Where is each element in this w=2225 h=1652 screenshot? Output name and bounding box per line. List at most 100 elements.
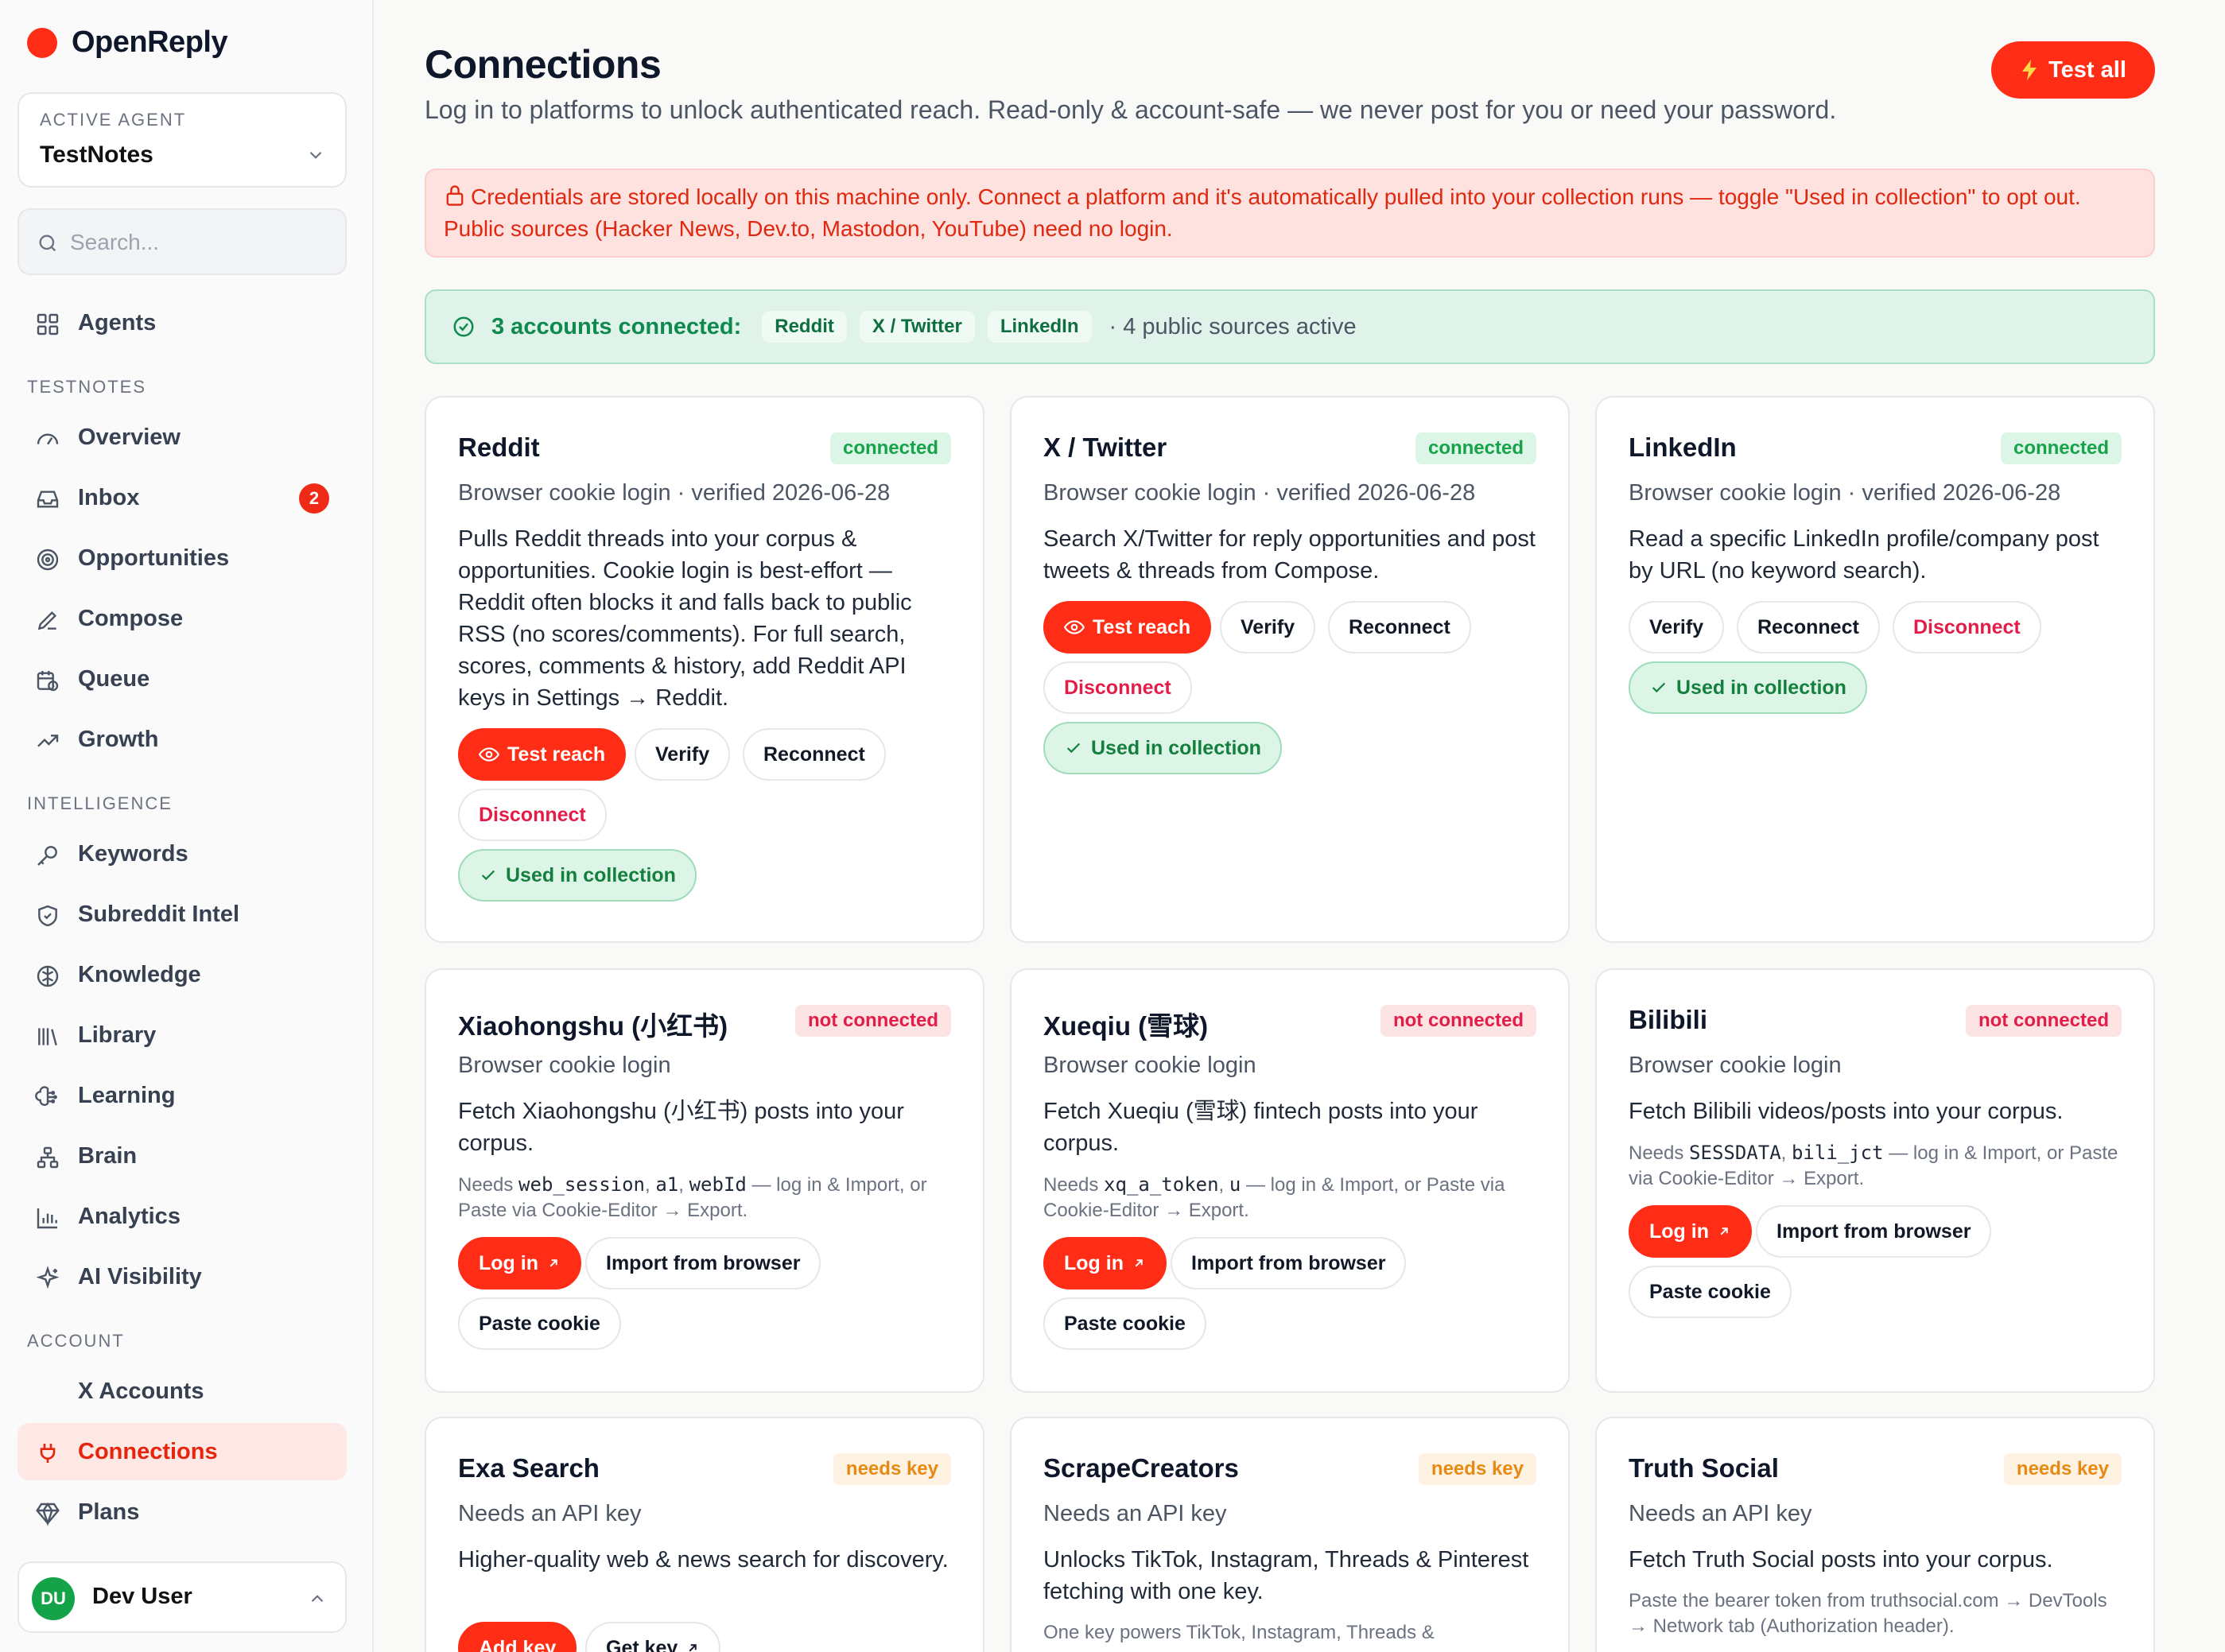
- network-icon: [37, 1146, 59, 1169]
- sidebar-item-label: Brain: [78, 1143, 138, 1169]
- active-agent-label: ACTIVE AGENT: [40, 110, 187, 130]
- card-description: Fetch Xueqiu (雪球) fintech posts into you…: [1043, 1099, 1478, 1156]
- section-label-intelligence: INTELLIGENCE: [27, 793, 173, 813]
- status-badge: not connected: [794, 1005, 951, 1037]
- sidebar-item-connections[interactable]: Connections: [17, 1423, 347, 1480]
- eye-icon: [1064, 620, 1085, 634]
- used-in-collection-toggle[interactable]: Used in collection: [458, 849, 697, 902]
- note-text: ,: [1218, 1174, 1229, 1196]
- import-from-browser-button[interactable]: Import from browser: [1756, 1205, 1992, 1258]
- brand[interactable]: OpenReply: [27, 25, 228, 60]
- reconnect-button[interactable]: Reconnect: [743, 728, 886, 781]
- sidebar-item-learning[interactable]: Learning: [17, 1067, 347, 1124]
- card-description: Fetch Truth Social posts into your corpu…: [1629, 1547, 2053, 1573]
- sidebar-item-queue[interactable]: Queue: [17, 650, 347, 708]
- paste-cookie-button[interactable]: Paste cookie: [458, 1297, 621, 1350]
- import-from-browser-button[interactable]: Import from browser: [585, 1237, 821, 1289]
- button-label: Used in collection: [1091, 736, 1261, 759]
- sidebar-item-label: Agents: [78, 310, 157, 335]
- active-agent-name: TestNotes: [40, 142, 153, 168]
- card-meta: Browser cookie login: [458, 1053, 671, 1078]
- disconnect-button[interactable]: Disconnect: [458, 789, 607, 841]
- card-truth-social: Truth Social needs key Needs an API key …: [1595, 1417, 2155, 1652]
- search-field[interactable]: [17, 208, 347, 275]
- check-icon: [1652, 682, 1666, 693]
- brain-circuit-icon: [35, 1086, 57, 1106]
- sidebar-item-label: Plans: [78, 1499, 140, 1525]
- active-agent-selector[interactable]: ACTIVE AGENT TestNotes: [17, 92, 347, 188]
- card-scrapecreators: ScrapeCreators needs key Needs an API ke…: [1010, 1417, 1570, 1652]
- check-icon: [1066, 743, 1081, 754]
- sidebar-item-keywords[interactable]: Keywords: [17, 825, 347, 882]
- inbox-count-badge: 2: [299, 483, 329, 514]
- log-in-button[interactable]: Log in: [1629, 1205, 1752, 1258]
- sidebar-item-ai-visibility[interactable]: AI Visibility: [17, 1248, 347, 1305]
- paste-cookie-button[interactable]: Paste cookie: [1629, 1266, 1792, 1318]
- reconnect-button[interactable]: Reconnect: [1328, 601, 1471, 653]
- verify-button[interactable]: Verify: [1629, 601, 1725, 653]
- button-label: Reconnect: [763, 743, 865, 766]
- sidebar-item-x-accounts[interactable]: X Accounts: [17, 1363, 347, 1420]
- disconnect-button[interactable]: Disconnect: [1893, 601, 2041, 653]
- sidebar-item-opportunities[interactable]: Opportunities: [17, 529, 347, 587]
- external-link-icon: [549, 1259, 557, 1267]
- disconnect-button[interactable]: Disconnect: [1043, 661, 1192, 714]
- add-key-button[interactable]: Add key: [458, 1622, 577, 1652]
- verify-button[interactable]: Verify: [635, 728, 731, 781]
- sidebar: OpenReply ACTIVE AGENT TestNotes Agents …: [0, 0, 374, 1652]
- button-label: Disconnect: [1064, 676, 1171, 699]
- button-label: Add key: [479, 1636, 557, 1652]
- brain-icon: [37, 965, 59, 987]
- card-note: Needs SESSDATA, bili_jct — log in & Impo…: [1629, 1140, 2130, 1192]
- test-reach-button[interactable]: Test reach: [458, 728, 627, 781]
- card-description: Search X/Twitter for reply opportunities…: [1043, 526, 1536, 584]
- verify-button[interactable]: Verify: [1220, 601, 1316, 653]
- note-text: Needs: [458, 1174, 519, 1196]
- card-title: Truth Social: [1629, 1453, 1779, 1483]
- sidebar-item-brain[interactable]: Brain: [17, 1127, 347, 1185]
- reconnect-button[interactable]: Reconnect: [1737, 601, 1880, 653]
- paste-cookie-button[interactable]: Paste cookie: [1043, 1297, 1206, 1350]
- sidebar-item-overview[interactable]: Overview: [17, 409, 347, 466]
- note-text: ,: [678, 1174, 689, 1196]
- sidebar-item-label: Learning: [78, 1083, 176, 1108]
- sidebar-item-inbox[interactable]: Inbox 2: [17, 469, 347, 526]
- sidebar-item-label: X Accounts: [78, 1379, 204, 1404]
- get-key-button[interactable]: Get key: [585, 1622, 721, 1652]
- sidebar-item-compose[interactable]: Compose: [17, 590, 347, 647]
- user-menu[interactable]: DU Dev User: [17, 1561, 347, 1633]
- sidebar-item-library[interactable]: Library: [17, 1006, 347, 1064]
- sidebar-item-analytics[interactable]: Analytics: [17, 1188, 347, 1245]
- sidebar-item-label: Overview: [78, 425, 181, 450]
- cookie-name: SESSDATA: [1689, 1142, 1781, 1164]
- inbox-icon: [37, 491, 59, 508]
- search-input[interactable]: [70, 224, 332, 261]
- sidebar-item-label: Inbox: [78, 485, 140, 510]
- sidebar-item-knowledge[interactable]: Knowledge: [17, 946, 347, 1003]
- card-meta: Browser cookie login · verified 2026-06-…: [1043, 480, 1476, 506]
- log-in-button[interactable]: Log in: [1043, 1237, 1167, 1289]
- import-from-browser-button[interactable]: Import from browser: [1171, 1237, 1407, 1289]
- external-link-icon: [1720, 1227, 1728, 1235]
- sidebar-item-label: Keywords: [78, 841, 188, 867]
- sidebar-item-subreddit-intel[interactable]: Subreddit Intel: [17, 886, 347, 943]
- sidebar-item-label: Opportunities: [78, 545, 230, 571]
- card-title: X / Twitter: [1043, 432, 1167, 462]
- card-description: Higher-quality web & news search for dis…: [458, 1547, 949, 1573]
- used-in-collection-toggle[interactable]: Used in collection: [1043, 722, 1282, 774]
- sidebar-item-agents[interactable]: Agents: [17, 294, 347, 351]
- page-title: Connections: [425, 42, 662, 87]
- log-in-button[interactable]: Log in: [458, 1237, 581, 1289]
- used-in-collection-toggle[interactable]: Used in collection: [1629, 661, 1867, 714]
- sidebar-item-growth[interactable]: Growth: [17, 711, 347, 768]
- button-label: Import from browser: [1191, 1251, 1386, 1274]
- search-icon: [39, 235, 56, 252]
- test-reach-button[interactable]: Test reach: [1043, 601, 1212, 653]
- card-linkedin: LinkedIn connected Browser cookie login …: [1595, 396, 2155, 943]
- cookie-name: a1: [655, 1173, 679, 1196]
- cookie-name: webId: [689, 1173, 747, 1196]
- bar-chart-icon: [37, 1208, 57, 1229]
- status-badge: not connected: [1380, 1005, 1536, 1037]
- sidebar-item-plans[interactable]: Plans: [17, 1483, 347, 1541]
- test-all-button[interactable]: Test all: [1991, 41, 2155, 99]
